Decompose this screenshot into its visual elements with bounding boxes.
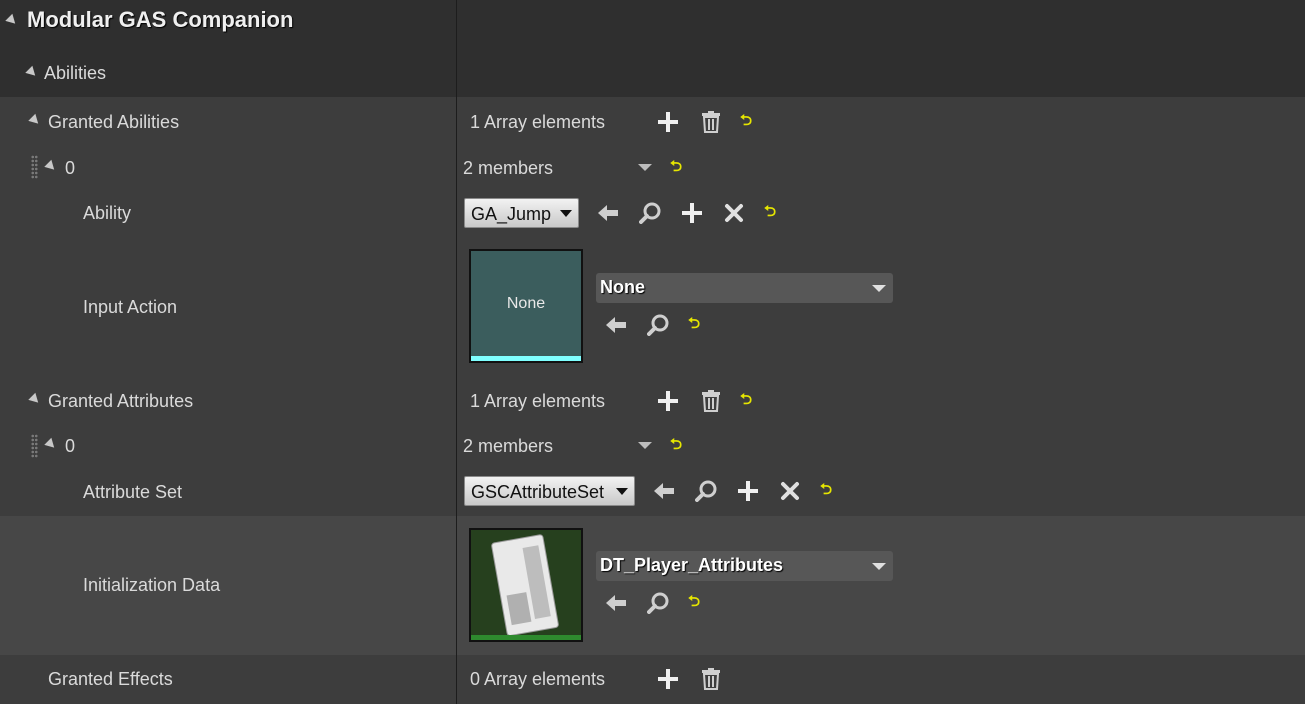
column-divider[interactable] bbox=[456, 0, 457, 704]
ability-label: Ability bbox=[83, 203, 132, 223]
add-icon bbox=[658, 669, 678, 689]
granted-abilities-label: Granted Abilities bbox=[48, 112, 180, 132]
empty-array-button[interactable] bbox=[699, 110, 723, 134]
element-options-dropdown-icon[interactable] bbox=[638, 164, 652, 171]
use-selected-button[interactable] bbox=[604, 591, 628, 615]
reset-to-default-icon[interactable]: ⮌ bbox=[758, 201, 782, 225]
reset-to-default-icon[interactable]: ⮌ bbox=[664, 156, 688, 180]
element-options-dropdown-icon[interactable] bbox=[638, 442, 652, 449]
grip-icon[interactable] bbox=[31, 155, 38, 179]
use-selected-button[interactable] bbox=[596, 201, 620, 225]
reset-to-default-icon[interactable]: ⮌ bbox=[734, 110, 758, 134]
add-icon bbox=[738, 481, 758, 501]
trash-icon bbox=[702, 668, 720, 690]
asset-type-color-bar bbox=[471, 356, 581, 361]
clear-button[interactable] bbox=[778, 479, 802, 503]
use-selected-icon bbox=[606, 595, 626, 611]
use-selected-button[interactable] bbox=[652, 479, 676, 503]
dropdown-arrow-icon bbox=[560, 210, 572, 217]
browse-button[interactable] bbox=[646, 591, 670, 615]
array-element-index: 0 bbox=[65, 158, 76, 178]
clear-icon bbox=[781, 482, 799, 500]
browse-button[interactable] bbox=[694, 479, 718, 503]
asset-type-color-bar bbox=[471, 635, 581, 640]
input-action-value: None bbox=[600, 277, 645, 297]
granted-effects-label: Granted Effects bbox=[48, 669, 173, 689]
granted-effects-row-bg bbox=[0, 655, 1305, 704]
attribute-set-class-picker[interactable]: GSCAttributeSet bbox=[464, 476, 635, 506]
browse-icon bbox=[647, 314, 669, 336]
input-action-asset-picker[interactable]: None bbox=[596, 273, 893, 303]
input-action-label: Input Action bbox=[83, 297, 178, 317]
granted-attributes-label: Granted Attributes bbox=[48, 391, 194, 411]
attribute-set-label: Attribute Set bbox=[83, 482, 183, 502]
browse-icon bbox=[639, 202, 661, 224]
browse-button[interactable] bbox=[638, 201, 662, 225]
clear-button[interactable] bbox=[722, 201, 746, 225]
dropdown-arrow-icon bbox=[616, 488, 628, 495]
use-selected-button[interactable] bbox=[604, 313, 628, 337]
members-count: 2 members bbox=[463, 436, 554, 456]
add-element-button[interactable] bbox=[656, 389, 680, 413]
members-count: 2 members bbox=[463, 158, 554, 178]
initialization-data-label: Initialization Data bbox=[83, 575, 221, 595]
granted-abilities-count: 1 Array elements bbox=[470, 112, 606, 132]
input-action-thumbnail[interactable]: None bbox=[469, 249, 583, 363]
initialization-data-value: DT_Player_Attributes bbox=[600, 555, 784, 575]
add-element-button[interactable] bbox=[656, 110, 680, 134]
add-icon bbox=[682, 203, 702, 223]
add-element-button[interactable] bbox=[656, 667, 680, 691]
add-icon bbox=[658, 112, 678, 132]
reset-to-default-icon[interactable]: ⮌ bbox=[664, 434, 688, 458]
create-new-button[interactable] bbox=[736, 479, 760, 503]
ability-class-picker[interactable]: GA_Jump bbox=[464, 198, 579, 228]
category-title[interactable]: Modular GAS Companion bbox=[27, 9, 293, 31]
browse-icon bbox=[647, 592, 669, 614]
use-selected-icon bbox=[598, 205, 618, 221]
browse-button[interactable] bbox=[646, 313, 670, 337]
section-abilities-label[interactable]: Abilities bbox=[44, 62, 106, 84]
thumbnail-none-text: None bbox=[506, 295, 546, 312]
use-selected-icon bbox=[654, 483, 674, 499]
use-selected-icon bbox=[606, 317, 626, 333]
grip-icon[interactable] bbox=[31, 434, 38, 458]
dropdown-arrow-icon bbox=[872, 563, 886, 570]
datatable-icon bbox=[491, 534, 559, 636]
trash-icon bbox=[702, 111, 720, 133]
empty-array-button[interactable] bbox=[699, 667, 723, 691]
array-element-index: 0 bbox=[65, 436, 76, 456]
ability-class-value: GA_Jump bbox=[471, 204, 552, 224]
reset-to-default-icon[interactable]: ⮌ bbox=[734, 389, 758, 413]
initialization-data-asset-picker[interactable]: DT_Player_Attributes bbox=[596, 551, 893, 581]
reset-to-default-icon[interactable]: ⮌ bbox=[682, 591, 706, 615]
granted-attributes-count: 1 Array elements bbox=[470, 391, 606, 411]
clear-icon bbox=[725, 204, 743, 222]
attribute-set-value: GSCAttributeSet bbox=[471, 482, 605, 502]
empty-array-button[interactable] bbox=[699, 389, 723, 413]
initialization-data-thumbnail[interactable] bbox=[469, 528, 583, 642]
trash-icon bbox=[702, 390, 720, 412]
abilities-body-bg bbox=[0, 97, 1305, 516]
dropdown-arrow-icon bbox=[872, 285, 886, 292]
create-new-button[interactable] bbox=[680, 201, 704, 225]
browse-icon bbox=[695, 480, 717, 502]
reset-to-default-icon[interactable]: ⮌ bbox=[814, 479, 838, 503]
granted-effects-count: 0 Array elements bbox=[470, 669, 606, 689]
reset-to-default-icon[interactable]: ⮌ bbox=[682, 313, 706, 337]
add-icon bbox=[658, 391, 678, 411]
